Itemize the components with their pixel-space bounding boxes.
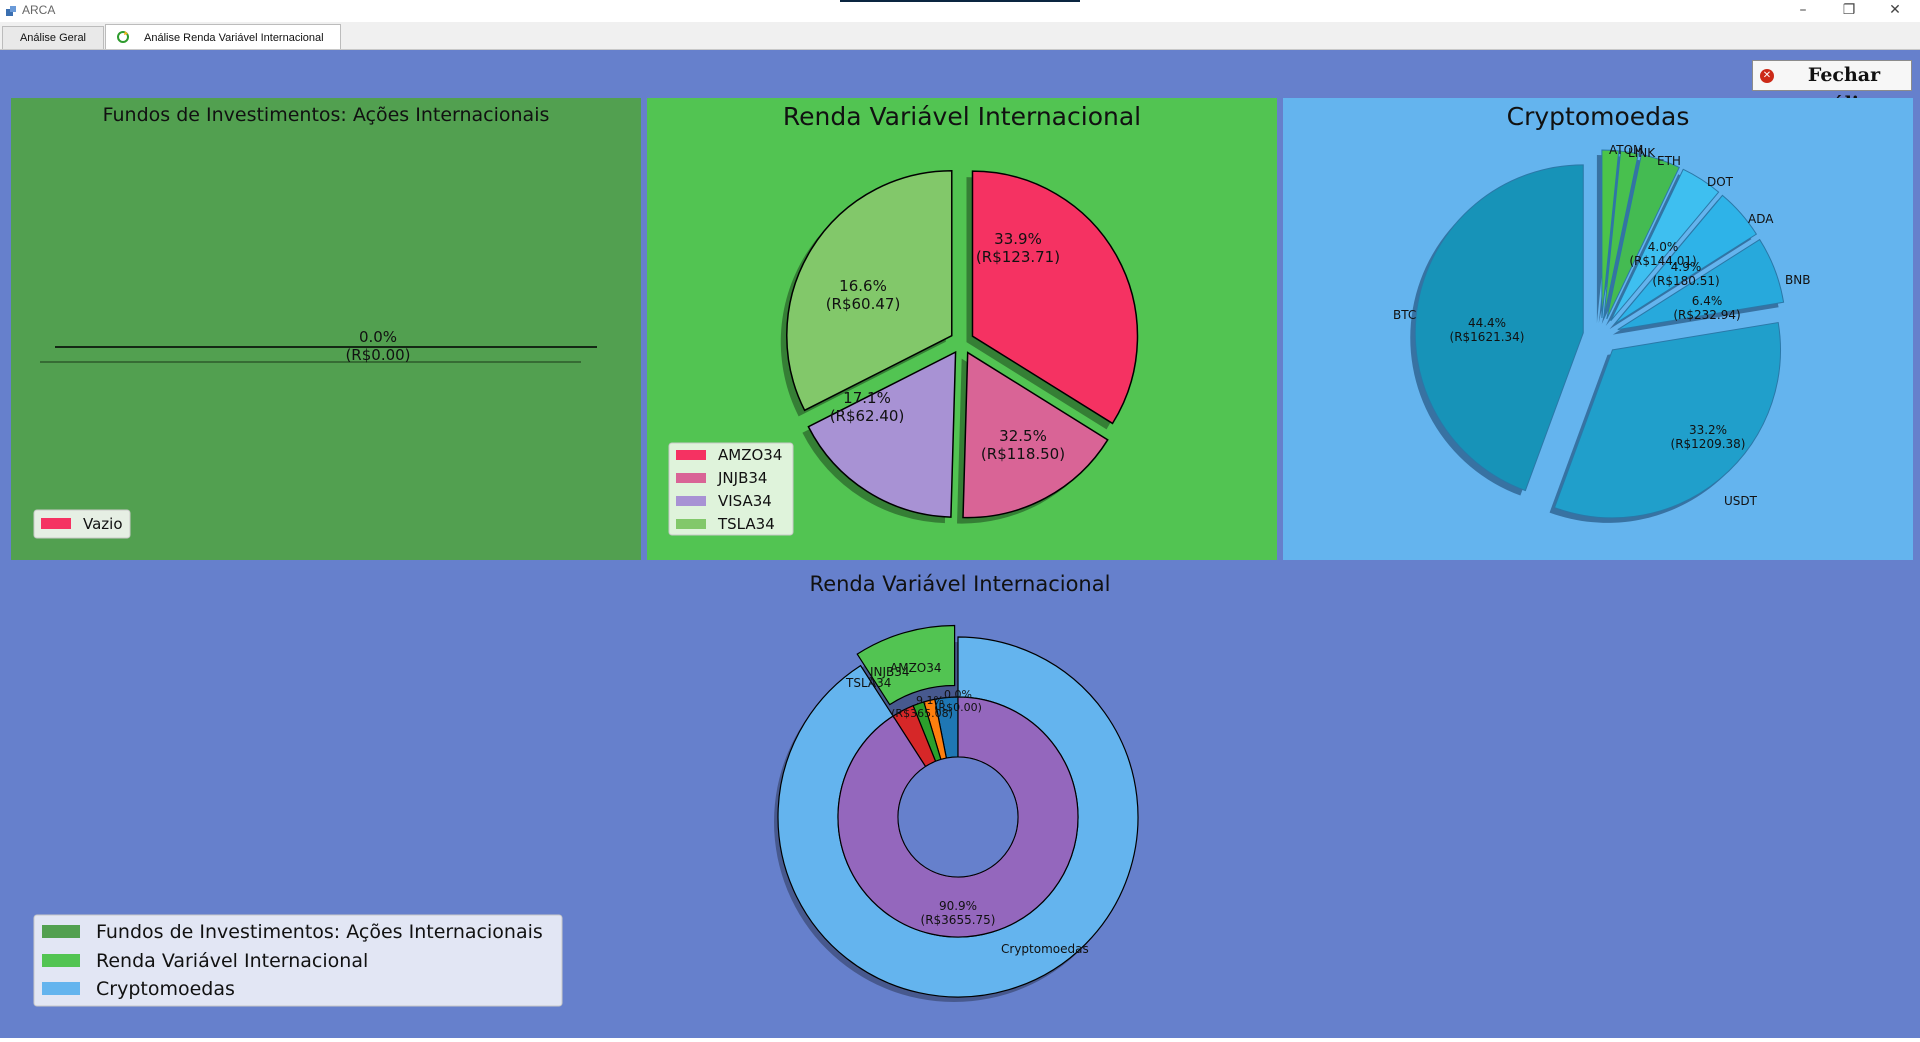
renda-legend-label: VISA34 bbox=[718, 492, 772, 510]
funds-slice-pct: 0.0% bbox=[359, 328, 397, 346]
renda-slice-value-jnjb34: (R$60.47) bbox=[826, 295, 901, 313]
crypto-slice-usdt bbox=[1553, 321, 1781, 519]
overall-chart-title: Renda Variável Internacional bbox=[810, 572, 1111, 596]
crypto-pct-dot: 4.0% bbox=[1648, 240, 1679, 254]
restore-icon[interactable]: ❐ bbox=[1826, 0, 1872, 22]
window-title: ARCA bbox=[22, 3, 56, 17]
app-icon bbox=[6, 6, 16, 16]
tab-label: Análise Renda Variável Internacional bbox=[144, 32, 324, 44]
funds-chart-panel: Fundos de Investimentos: Ações Internaci… bbox=[11, 98, 641, 560]
crypto-chart-title: Cryptomoedas bbox=[1507, 102, 1690, 131]
crypto-pct-btc: 44.4% bbox=[1468, 316, 1506, 330]
overall-legend-swatch-funds bbox=[42, 925, 80, 938]
crypto-chart: Cryptomoedas BTC USDT BNB ADA DOT ETH LI… bbox=[1393, 102, 1810, 523]
minimize-icon[interactable]: – bbox=[1780, 0, 1826, 22]
overall-inner-pct: 90.9% bbox=[939, 899, 977, 913]
crypto-value-usdt: (R$1209.38) bbox=[1671, 437, 1746, 451]
overall-small-pct-b: 9.1% bbox=[916, 694, 944, 707]
crypto-name-dot: DOT bbox=[1707, 175, 1734, 189]
overall-legend: Fundos de Investimentos: Ações Internaci… bbox=[33, 914, 563, 1007]
refresh-icon bbox=[117, 31, 129, 43]
crypto-pct-usdt: 33.2% bbox=[1689, 423, 1727, 437]
renda-slice-value-tsla34: (R$118.50) bbox=[981, 445, 1065, 463]
renda-chart-panel: Renda Variável Internacional 33.9% (R$12… bbox=[647, 98, 1277, 560]
funds-legend: Vazio bbox=[33, 509, 131, 539]
window-titlebar: ARCA – ❐ ✕ bbox=[0, 0, 1920, 22]
crypto-name-atom: ATOM bbox=[1609, 143, 1643, 157]
close-window-icon[interactable]: ✕ bbox=[1872, 0, 1918, 22]
crypto-value-ada: (R$180.51) bbox=[1652, 274, 1719, 288]
overall-small-value-b: (R$365.08) bbox=[891, 707, 953, 720]
crypto-name-eth: ETH bbox=[1657, 154, 1681, 168]
close-red-icon: ✕ bbox=[1760, 69, 1774, 83]
overall-donut-hole bbox=[897, 756, 1019, 878]
renda-legend-swatch-amzo34 bbox=[676, 450, 706, 460]
overall-legend-label: Fundos de Investimentos: Ações Internaci… bbox=[96, 921, 543, 943]
renda-legend-swatch-jnjb34 bbox=[676, 473, 706, 483]
crypto-name-ada: ADA bbox=[1748, 212, 1774, 226]
funds-chart: Fundos de Investimentos: Ações Internaci… bbox=[33, 104, 597, 539]
overall-legend-swatch-renda bbox=[42, 954, 80, 967]
tab-analise-geral[interactable]: Análise Geral bbox=[2, 26, 104, 49]
renda-legend-label: JNJB34 bbox=[717, 469, 767, 487]
renda-slice-value-visa34: (R$62.40) bbox=[830, 407, 905, 425]
crypto-name-btc: BTC bbox=[1393, 308, 1416, 322]
renda-legend-label: AMZO34 bbox=[718, 446, 782, 464]
funds-legend-label: Vazio bbox=[83, 515, 123, 533]
renda-slice-value-amzo34: (R$123.71) bbox=[976, 248, 1060, 266]
overall-chart: Renda Variável Internacional TSLA34 JNJB… bbox=[33, 572, 1139, 1007]
renda-legend-swatch-tsla34 bbox=[676, 519, 706, 529]
overall-legend-swatch-crypto bbox=[42, 982, 80, 995]
crypto-value-dot: (R$144.01) bbox=[1629, 254, 1696, 268]
tab-label: Análise Geral bbox=[19, 32, 87, 44]
tab-bar: Análise Geral Análise Renda Variável Int… bbox=[0, 22, 1920, 51]
overall-label-cryptomoedas: Cryptomoedas bbox=[1001, 942, 1089, 956]
renda-pie bbox=[780, 169, 1139, 524]
funds-legend-swatch-vazio bbox=[41, 518, 71, 529]
overall-small-pct-a: 0.0% bbox=[944, 688, 972, 701]
close-analysis-button[interactable]: ✕ Fechar análise bbox=[1752, 60, 1912, 115]
overall-legend-label: Renda Variável Internacional bbox=[96, 950, 368, 972]
crypto-name-bnb: BNB bbox=[1785, 273, 1810, 287]
renda-legend-label: TSLA34 bbox=[717, 515, 775, 533]
crypto-chart-panel: Cryptomoedas BTC USDT BNB ADA DOT ETH LI… bbox=[1283, 98, 1913, 560]
funds-chart-title: Fundos de Investimentos: Ações Internaci… bbox=[103, 104, 550, 126]
renda-chart-title: Renda Variável Internacional bbox=[783, 102, 1141, 131]
renda-slice-pct-tsla34: 32.5% bbox=[999, 427, 1047, 445]
overall-inner-value: (R$3655.75) bbox=[921, 913, 996, 927]
renda-chart: Renda Variável Internacional 33.9% (R$12… bbox=[668, 102, 1141, 536]
funds-slice-value: (R$0.00) bbox=[345, 346, 410, 364]
crypto-value-bnb: (R$232.94) bbox=[1673, 308, 1740, 322]
renda-slice-pct-jnjb34: 16.6% bbox=[839, 277, 887, 295]
overall-legend-label: Cryptomoedas bbox=[96, 978, 235, 1000]
overall-label-amzo34: AMZO34 bbox=[890, 661, 942, 675]
crypto-value-btc: (R$1621.34) bbox=[1450, 330, 1525, 344]
renda-legend: AMZO34 JNJB34 VISA34 TSLA34 bbox=[668, 442, 794, 536]
title-accent-bar bbox=[840, 0, 1080, 2]
crypto-name-usdt: USDT bbox=[1724, 494, 1758, 508]
renda-slice-pct-visa34: 17.1% bbox=[843, 389, 891, 407]
overall-chart-panel: Renda Variável Internacional TSLA34 JNJB… bbox=[0, 560, 1920, 1038]
crypto-pct-bnb: 6.4% bbox=[1692, 294, 1723, 308]
tab-analise-renda-variavel[interactable]: Análise Renda Variável Internacional bbox=[105, 24, 341, 51]
renda-slice-pct-amzo34: 33.9% bbox=[994, 230, 1042, 248]
renda-legend-swatch-visa34 bbox=[676, 496, 706, 506]
